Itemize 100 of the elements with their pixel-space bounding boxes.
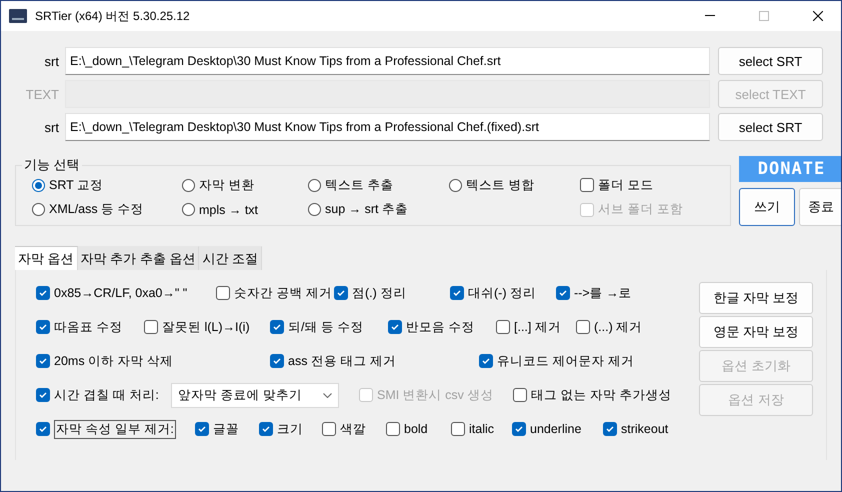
check-icon bbox=[390, 322, 400, 332]
write-button[interactable]: 쓰기 bbox=[739, 188, 795, 226]
checkbox-label: 크기 bbox=[277, 420, 303, 438]
checkbox[interactable] bbox=[388, 320, 402, 334]
checkbox-label: 시간 겹칠 때 처리: bbox=[54, 386, 159, 404]
checkbox-label: 숫자간 공백 제거 bbox=[234, 284, 332, 302]
check-icon bbox=[558, 288, 568, 298]
radio-button[interactable] bbox=[182, 178, 195, 192]
checkbox[interactable] bbox=[195, 422, 209, 436]
checkbox-label: 따옴표 수정 bbox=[54, 318, 122, 336]
check-icon bbox=[514, 424, 524, 434]
checkbox-label: 대쉬(-) 정리 bbox=[468, 284, 536, 302]
field-label: TEXT bbox=[24, 86, 60, 102]
checkbox[interactable] bbox=[144, 320, 158, 334]
radio-button[interactable] bbox=[32, 203, 45, 216]
checkbox[interactable] bbox=[259, 422, 273, 436]
checkbox-label: (...) 제거 bbox=[594, 318, 642, 336]
radio-button[interactable] bbox=[308, 203, 321, 216]
check-icon bbox=[38, 288, 48, 298]
minimize-icon[interactable] bbox=[705, 15, 715, 17]
file-path-field[interactable]: E:\_down_\Telegram Desktop\30 Must Know Tips from a Professional Chef.srt bbox=[65, 47, 710, 75]
checkbox-label: 글꼴 bbox=[213, 420, 239, 438]
checkbox[interactable] bbox=[36, 388, 50, 402]
checkbox[interactable] bbox=[451, 422, 465, 436]
checkbox-label: 20ms 이하 자막 삭제 bbox=[54, 352, 173, 370]
checkbox[interactable] bbox=[512, 422, 526, 436]
checkbox-label: 반모음 수정 bbox=[406, 318, 474, 336]
radio-label: 자막 변환 bbox=[199, 176, 254, 194]
checkbox-label: 태그 없는 자막 추가생성 bbox=[531, 386, 672, 404]
check-icon bbox=[272, 322, 282, 332]
radio-button[interactable] bbox=[308, 178, 321, 192]
radio-label: mpls → txt bbox=[199, 202, 258, 217]
checkbox-label: strikeout bbox=[621, 422, 668, 436]
checkbox-label: italic bbox=[469, 422, 494, 436]
overlap-dropdown[interactable]: 앞자막 종료에 맞추기 bbox=[171, 382, 339, 408]
checkbox-label: 0x85→CR/LF, 0xa0→" " bbox=[54, 286, 188, 300]
app-icon bbox=[9, 9, 27, 23]
radio-button[interactable] bbox=[182, 203, 195, 216]
check-icon bbox=[38, 390, 48, 400]
checkbox[interactable] bbox=[580, 178, 594, 192]
checkbox-label: -->를 →로 bbox=[574, 284, 632, 302]
radio-label: SRT 교정 bbox=[49, 176, 104, 194]
check-icon bbox=[336, 288, 346, 298]
check-icon bbox=[38, 322, 48, 332]
field-label: srt bbox=[44, 120, 60, 134]
close-icon[interactable] bbox=[813, 11, 823, 21]
exit-button[interactable]: 종료 bbox=[799, 188, 841, 226]
checkbox-label: 폴더 모드 bbox=[598, 176, 654, 194]
checkbox-label: 되/돼 등 수정 bbox=[288, 318, 364, 336]
check-icon bbox=[272, 356, 282, 366]
radio-button[interactable] bbox=[32, 178, 45, 192]
checkbox[interactable] bbox=[36, 422, 50, 436]
checkbox-label: SMI 변환시 csv 생성 bbox=[377, 386, 494, 404]
check-icon bbox=[452, 288, 462, 298]
checkbox-label: 유니코드 제어문자 제거 bbox=[497, 352, 634, 370]
checkbox[interactable] bbox=[270, 354, 284, 368]
checkbox[interactable] bbox=[450, 286, 464, 300]
check-icon bbox=[261, 424, 271, 434]
radio-label: sup → srt 추출 bbox=[325, 201, 408, 218]
select-file-button[interactable]: select SRT bbox=[718, 113, 823, 141]
checkbox[interactable] bbox=[556, 286, 570, 300]
checkbox[interactable] bbox=[270, 320, 284, 334]
group-title: 기능 선택 bbox=[23, 156, 81, 174]
field-label: srt bbox=[44, 54, 60, 68]
checkbox[interactable] bbox=[479, 354, 493, 368]
radio-label: 텍스트 병합 bbox=[466, 176, 534, 194]
checkbox[interactable] bbox=[603, 422, 617, 436]
checkbox-label: 자막 속성 일부 제거: bbox=[54, 420, 176, 438]
checkbox-label: 잘못된 l(L)→I(i) bbox=[162, 318, 250, 336]
correction-button[interactable]: 영문 자막 보정 bbox=[699, 316, 813, 348]
select-file-button[interactable]: select SRT bbox=[718, 47, 823, 75]
checkbox-label: underline bbox=[530, 422, 582, 436]
check-icon bbox=[605, 424, 615, 434]
tab[interactable]: 자막 추가 추출 옵션 bbox=[78, 246, 200, 270]
checkbox[interactable] bbox=[496, 320, 510, 334]
tab[interactable]: 자막 옵션 bbox=[15, 246, 78, 270]
checkbox[interactable] bbox=[36, 286, 50, 300]
checkbox[interactable] bbox=[334, 286, 348, 300]
checkbox-label: 색깔 bbox=[340, 420, 366, 438]
checkbox[interactable] bbox=[36, 320, 50, 334]
checkbox[interactable] bbox=[576, 320, 590, 334]
check-icon bbox=[38, 356, 48, 366]
radio-label: XML/ass 등 수정 bbox=[49, 201, 144, 218]
checkbox[interactable] bbox=[513, 388, 527, 402]
checkbox[interactable] bbox=[216, 286, 230, 300]
checkbox-label: ass 전용 태그 제거 bbox=[288, 352, 396, 370]
correction-button[interactable]: 한글 자막 보정 bbox=[699, 282, 813, 314]
checkbox-label: bold bbox=[404, 422, 428, 436]
check-icon bbox=[481, 356, 491, 366]
checkbox-label: [...] 제거 bbox=[514, 318, 561, 336]
check-icon bbox=[38, 424, 48, 434]
checkbox[interactable] bbox=[386, 422, 400, 436]
chevron-icon bbox=[323, 392, 332, 398]
checkbox[interactable] bbox=[322, 422, 336, 436]
check-icon bbox=[197, 424, 207, 434]
radio-button[interactable] bbox=[449, 178, 462, 192]
radio-label: 텍스트 추출 bbox=[325, 176, 394, 194]
tab[interactable]: 시간 조절 bbox=[199, 246, 262, 270]
checkbox[interactable] bbox=[36, 354, 50, 368]
file-path-field[interactable]: E:\_down_\Telegram Desktop\30 Must Know Tips from a Professional Chef.(fixed).srt bbox=[65, 113, 710, 141]
